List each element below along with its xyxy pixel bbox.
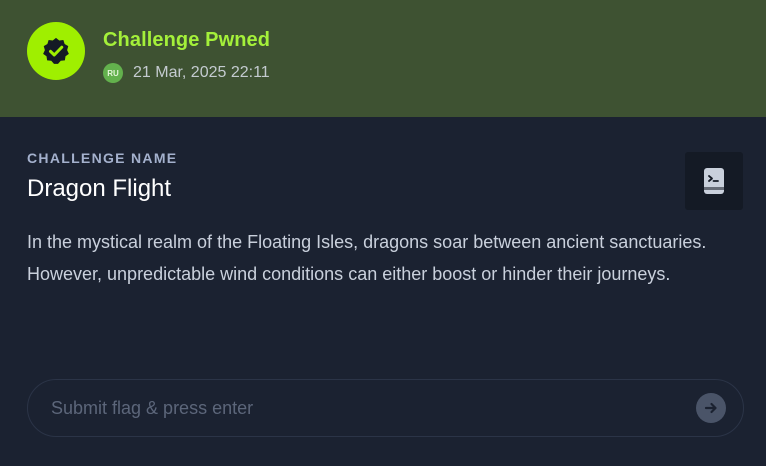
challenge-name: Dragon Flight [27,175,172,202]
verified-badge [27,22,85,80]
challenge-description: In the mystical realm of the Floating Is… [27,232,707,284]
arrow-right-icon [704,402,717,414]
terminal-book-icon [704,168,724,194]
flag-submit-field [27,379,744,437]
avatar[interactable]: RU [103,63,123,83]
pwned-title: Challenge Pwned [103,29,271,51]
submit-flag-button[interactable] [696,393,726,423]
verified-check-icon [43,37,69,64]
flag-input[interactable] [28,380,696,436]
open-terminal-button[interactable] [685,152,743,210]
pwned-banner: Challenge Pwned RU 21 Mar, 2025 22:11 [0,0,766,117]
pwn-meta: RU 21 Mar, 2025 22:11 [103,62,270,84]
pwn-timestamp: 21 Mar, 2025 22:11 [133,64,270,81]
section-label: CHALLENGE NAME [27,150,178,166]
challenge-card: Challenge Pwned RU 21 Mar, 2025 22:11 CH… [0,0,766,466]
